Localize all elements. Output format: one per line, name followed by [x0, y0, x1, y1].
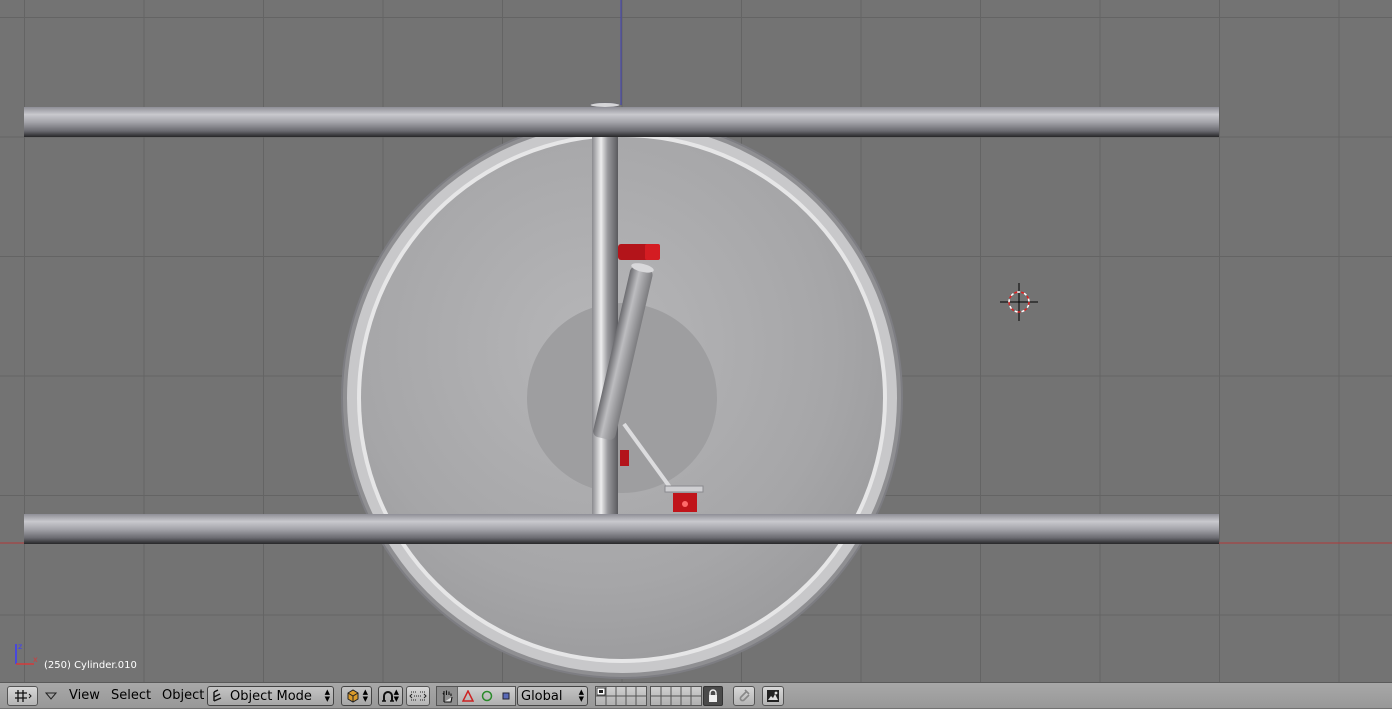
layers-group-2[interactable] [650, 686, 702, 706]
lock-icon [709, 689, 717, 702]
menu-view[interactable]: View [69, 688, 100, 708]
header-toolbar: View Select Object Object Mode ▲ ▼ ▲ ▼ ▲ ▼ [0, 682, 1392, 708]
pivot-align-button[interactable] [406, 686, 430, 706]
vertical-pole [589, 102, 621, 515]
top-bar [24, 107, 1219, 137]
rotate-button[interactable] [478, 687, 498, 705]
scene-canvas[interactable] [0, 0, 1392, 682]
scale-icon [502, 692, 510, 700]
translate-icon [461, 690, 474, 702]
scale-button[interactable] [497, 687, 515, 705]
3d-viewport[interactable]: z x (250) Cylinder.010 [0, 0, 1392, 682]
spinner-arrows-icon: ▲ ▼ [578, 688, 584, 703]
orientation-label: Global [521, 688, 563, 704]
mode-dropdown[interactable]: Object Mode ▲ ▼ [207, 686, 334, 706]
bottom-bar [24, 514, 1219, 544]
grid-icon [14, 690, 32, 702]
layers-group-1[interactable] [595, 686, 647, 706]
translate-button[interactable] [458, 687, 478, 705]
menu-object[interactable]: Object [162, 688, 204, 708]
red-block-bottom [673, 493, 697, 512]
snap-button[interactable] [733, 686, 755, 706]
red-block-small [620, 450, 629, 466]
orientation-dropdown[interactable]: Global ▲ ▼ [517, 686, 588, 706]
magnet-icon [739, 689, 750, 702]
manipulator-group [436, 686, 516, 706]
hand-icon [442, 690, 453, 703]
manipulator-toggle[interactable] [437, 687, 458, 705]
status-text: (250) Cylinder.010 [44, 660, 137, 671]
spinner-arrows-icon: ▲ ▼ [393, 688, 399, 703]
pivot-dropdown[interactable]: ▲ ▼ [378, 686, 403, 706]
spinner-arrows-icon: ▲ ▼ [324, 688, 330, 703]
triangle-down-icon [45, 692, 57, 700]
shading-icon [347, 689, 358, 703]
render-icon [767, 690, 779, 702]
pivot-icon [381, 691, 394, 702]
mode-label: Object Mode [230, 688, 312, 704]
3d-cursor-icon [1000, 283, 1038, 321]
lock-layers-button[interactable] [703, 686, 723, 706]
render-button[interactable] [762, 686, 784, 706]
object-mode-icon [213, 689, 222, 702]
pivot-align-icon [409, 691, 427, 701]
draw-type-dropdown[interactable]: ▲ ▼ [341, 686, 372, 706]
link-plate [664, 485, 704, 493]
spinner-arrows-icon: ▲ ▼ [362, 688, 368, 703]
z-axis-label: z [18, 642, 22, 651]
x-axis-label: x [33, 655, 38, 664]
axis-gizmo-icon: z x [15, 642, 38, 665]
menu-select[interactable]: Select [111, 688, 151, 708]
editor-type-button[interactable] [7, 686, 38, 706]
rotate-icon [482, 690, 493, 702]
layers-grid-icon [651, 687, 701, 705]
layers-grid-icon [596, 687, 646, 705]
collapse-menu-button[interactable] [44, 686, 58, 706]
red-bracket-top [618, 244, 660, 260]
